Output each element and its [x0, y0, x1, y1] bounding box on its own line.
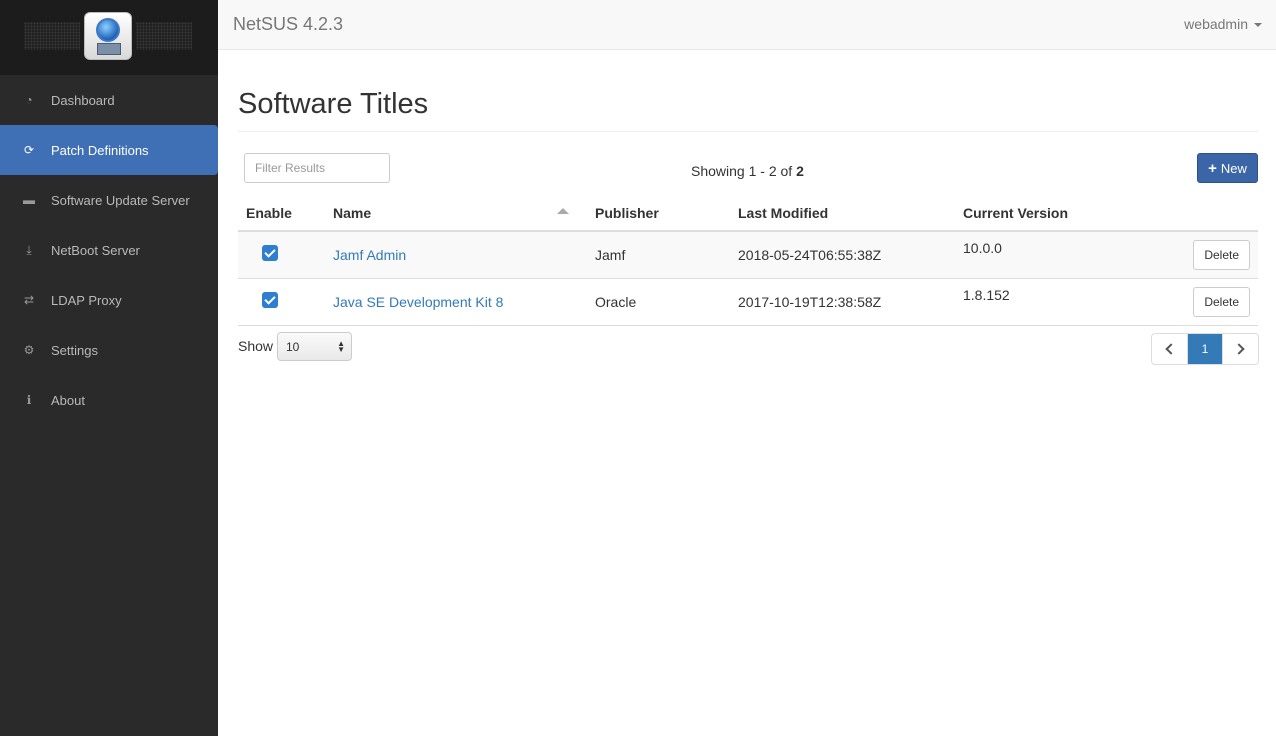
- publisher-cell: Oracle: [587, 278, 730, 326]
- filter-input[interactable]: [244, 153, 390, 183]
- sidebar-item-settings[interactable]: ⚙ Settings: [0, 325, 218, 375]
- show-label: Show: [238, 338, 274, 354]
- sidebar-item-dashboard[interactable]: ◔ Dashboard: [0, 75, 218, 125]
- page-button-current[interactable]: 1: [1188, 334, 1222, 364]
- software-titles-table: Enable Name Publisher Last Modified Curr…: [238, 195, 1258, 326]
- new-button[interactable]: + New: [1197, 153, 1258, 183]
- name-cell: Java SE Development Kit 8: [325, 278, 587, 326]
- netsus-logo-icon[interactable]: [84, 12, 132, 60]
- table-row: Java SE Development Kit 8 Oracle 2017-10…: [238, 278, 1258, 326]
- caret-down-icon: [1254, 23, 1262, 28]
- select-arrows-icon: ▲ ▼: [337, 339, 345, 354]
- column-header-name-label: Name: [333, 204, 372, 221]
- title-divider: [238, 131, 1258, 132]
- current-version-value: 1.8.152: [963, 286, 1010, 303]
- server-box-icon: [97, 43, 121, 55]
- info-icon: ℹ: [26, 393, 32, 407]
- netboot-download-icon: ⤓: [26, 242, 32, 257]
- sidebar-item-label: Settings: [51, 342, 98, 358]
- pagination: 1: [1151, 333, 1259, 365]
- table-row: Jamf Admin Jamf 2018-05-24T06:55:38Z 10.…: [238, 231, 1258, 279]
- next-page-button[interactable]: [1222, 334, 1258, 364]
- last-modified-cell: 2018-05-24T06:55:38Z: [730, 231, 955, 279]
- title-name-link[interactable]: Java SE Development Kit 8: [333, 294, 503, 310]
- sidebar-item-label: About: [51, 392, 85, 408]
- delete-button[interactable]: Delete: [1193, 239, 1250, 270]
- enable-checkbox[interactable]: [262, 245, 278, 262]
- current-version-cell: 10.0.0 Delete: [955, 231, 1258, 279]
- header-pattern: [136, 22, 192, 50]
- current-version-value: 10.0.0: [963, 239, 1002, 256]
- results-count: Showing 1 - 2 of 2: [691, 163, 804, 179]
- dashboard-gauge-icon: ◔: [25, 93, 33, 107]
- publisher-cell: Jamf: [587, 231, 730, 279]
- sidebar-nav: ◔ Dashboard ⟳ Patch Definitions ▬ Softwa…: [0, 75, 218, 425]
- new-button-label: New: [1220, 160, 1247, 176]
- sidebar-item-software-update-server[interactable]: ▬ Software Update Server: [0, 175, 218, 225]
- sidebar-item-ldap-proxy[interactable]: ⇄ LDAP Proxy: [0, 275, 218, 325]
- enable-cell: [238, 278, 325, 326]
- user-name: webadmin: [1184, 16, 1248, 32]
- table-header-row: Enable Name Publisher Last Modified Curr…: [238, 195, 1258, 232]
- user-menu[interactable]: webadmin: [1184, 16, 1262, 32]
- chevron-right-icon: [1233, 343, 1245, 355]
- sidebar-item-about[interactable]: ℹ About: [0, 375, 218, 425]
- column-header-publisher[interactable]: Publisher: [587, 195, 730, 232]
- chevron-left-icon: [1165, 343, 1177, 355]
- page-size-select[interactable]: 10 ▲ ▼: [277, 332, 352, 361]
- gear-icon: ⚙: [23, 343, 35, 357]
- delete-button[interactable]: Delete: [1193, 286, 1250, 317]
- results-count-total: 2: [796, 163, 804, 179]
- enable-checkbox[interactable]: [262, 292, 278, 308]
- column-header-name[interactable]: Name: [325, 195, 587, 232]
- globe-icon: [96, 18, 120, 42]
- exchange-arrows-icon: ⇄: [23, 293, 35, 307]
- last-modified-cell: 2017-10-19T12:38:58Z: [730, 278, 955, 326]
- title-name-link[interactable]: Jamf Admin: [333, 247, 406, 263]
- page-title: Software Titles: [238, 88, 429, 120]
- name-cell: Jamf Admin: [325, 231, 587, 279]
- app-title[interactable]: NetSUS 4.2.3: [233, 14, 343, 35]
- results-count-prefix: Showing 1 - 2 of: [691, 163, 797, 179]
- top-navbar: NetSUS 4.2.3 webadmin: [218, 0, 1276, 50]
- refresh-icon: ⟳: [23, 143, 35, 157]
- sidebar-item-label: Dashboard: [51, 92, 115, 108]
- sidebar-item-label: NetBoot Server: [51, 242, 140, 258]
- header-pattern: [24, 22, 80, 50]
- sidebar-item-label: LDAP Proxy: [51, 292, 122, 308]
- enable-cell: [238, 231, 325, 279]
- sidebar-item-label: Patch Definitions: [51, 142, 149, 158]
- sidebar-header: [0, 0, 218, 75]
- column-header-current-version[interactable]: Current Version: [955, 195, 1258, 232]
- column-header-enable[interactable]: Enable: [238, 195, 325, 232]
- sidebar-item-netboot-server[interactable]: ⤓ NetBoot Server: [0, 225, 218, 275]
- sidebar-item-label: Software Update Server: [51, 192, 190, 208]
- previous-page-button[interactable]: [1152, 334, 1188, 364]
- current-version-cell: 1.8.152 Delete: [955, 278, 1258, 326]
- page-size-value: 10: [286, 339, 300, 354]
- sidebar: ◔ Dashboard ⟳ Patch Definitions ▬ Softwa…: [0, 0, 218, 736]
- sort-ascending-icon: [557, 208, 569, 214]
- hard-drive-icon: ▬: [23, 193, 35, 207]
- sidebar-item-patch-definitions[interactable]: ⟳ Patch Definitions: [0, 125, 218, 175]
- column-header-last-modified[interactable]: Last Modified: [730, 195, 955, 232]
- plus-icon: +: [1208, 159, 1217, 177]
